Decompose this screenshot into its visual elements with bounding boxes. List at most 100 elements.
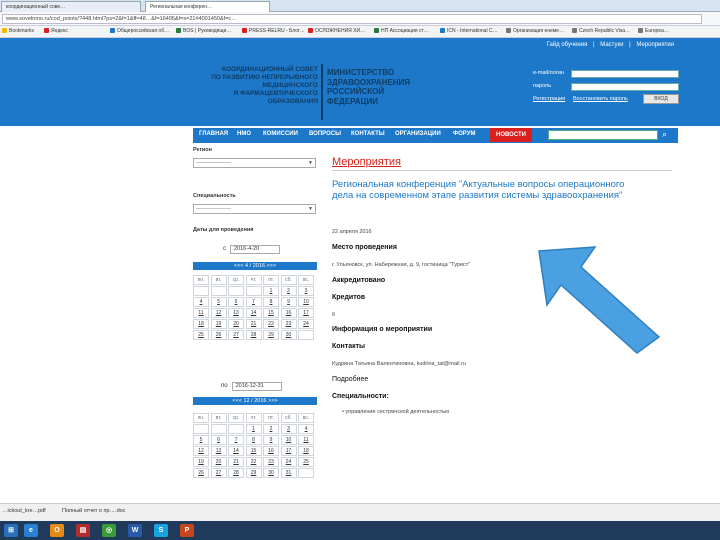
region-select[interactable]: --------------------- ▼ xyxy=(193,158,316,168)
calendar-day[interactable]: 16 xyxy=(263,446,279,456)
calendar-day[interactable]: 23 xyxy=(263,457,279,467)
calendar-day[interactable]: 13 xyxy=(228,308,244,318)
word-icon[interactable]: W xyxy=(128,524,142,537)
nav-contacts[interactable]: КОНТАКТЫ xyxy=(351,131,385,137)
calendar-day[interactable]: 8 xyxy=(245,435,262,445)
calendar-day[interactable]: 21 xyxy=(228,457,244,467)
windows-start-icon[interactable]: ⊞ xyxy=(4,524,18,537)
calendar-day[interactable]: 24 xyxy=(298,319,314,329)
outlook-icon[interactable]: O xyxy=(50,524,64,537)
search-icon[interactable]: ⌕ xyxy=(662,129,667,140)
calendar-day[interactable]: 15 xyxy=(263,308,279,318)
calendar-day[interactable]: 1 xyxy=(263,286,279,296)
calendar-day[interactable]: 2 xyxy=(263,424,279,434)
calendar-day[interactable]: 30 xyxy=(263,468,279,478)
calendar-day[interactable]: 14 xyxy=(228,446,244,456)
more-link[interactable]: Подробнее xyxy=(332,376,368,383)
toplink-guide[interactable]: Гайд обучения xyxy=(547,42,588,48)
bookmark-item[interactable]: Europea… xyxy=(638,28,669,34)
calendar-day[interactable]: 4 xyxy=(193,297,209,307)
archive-icon[interactable]: ▤ xyxy=(76,524,90,537)
calendar-2-header[interactable]: <<< 12 / 2016 >>> xyxy=(193,397,317,405)
calendar-day[interactable]: 25 xyxy=(298,457,314,467)
login-button[interactable]: ВХОД xyxy=(643,94,679,104)
calendar-day[interactable]: 29 xyxy=(263,330,279,340)
calendar-day[interactable]: 26 xyxy=(193,468,209,478)
calendar-day[interactable]: 10 xyxy=(280,435,297,445)
bookmark-item[interactable]: Организация енеме… xyxy=(506,28,564,34)
calendar-day[interactable]: 13 xyxy=(210,446,227,456)
calendar-day[interactable]: 20 xyxy=(228,319,244,329)
nav-home[interactable]: ГЛАВНАЯ xyxy=(199,131,228,137)
calendar-day[interactable]: 8 xyxy=(263,297,279,307)
calendar-day[interactable]: 20 xyxy=(210,457,227,467)
calendar-day[interactable]: 3 xyxy=(298,286,314,296)
download-item-pdf[interactable]: …ickout_kre…pdf xyxy=(2,508,46,514)
email-field[interactable] xyxy=(571,70,679,78)
calendar-day[interactable]: 7 xyxy=(228,435,244,445)
toplink-masters[interactable]: Мастуки xyxy=(600,42,623,48)
nav-forum[interactable]: ФОРУМ xyxy=(453,131,475,137)
calendar-day[interactable]: 10 xyxy=(298,297,314,307)
skype-icon[interactable]: S xyxy=(154,524,168,537)
calendar-day[interactable]: 1 xyxy=(245,424,262,434)
calendar-day[interactable]: 4 xyxy=(298,424,314,434)
calendar-day[interactable]: 14 xyxy=(245,308,262,318)
bookmark-item[interactable]: BOS | Руководящи… xyxy=(176,28,231,34)
bookmark-item[interactable]: PRESS-RELRU - Блог… xyxy=(242,28,305,34)
bookmark-item[interactable]: Общероссийская об… xyxy=(110,28,169,34)
calendar-1-header[interactable]: <<< 4 / 2016 >>> xyxy=(193,262,317,270)
date-from-input[interactable]: 2016-4-20 xyxy=(230,245,280,254)
nav-questions[interactable]: ВОПРОСЫ xyxy=(309,131,341,137)
bookmark-item[interactable]: НП Ассоциация ст… xyxy=(374,28,429,34)
calendar-day[interactable]: 16 xyxy=(280,308,297,318)
download-item-doc[interactable]: Полный отчет о пр….doc xyxy=(62,508,125,514)
calendar-day[interactable]: 5 xyxy=(210,297,227,307)
nav-news[interactable]: НОВОСТИ xyxy=(490,128,532,142)
search-input[interactable] xyxy=(548,130,658,140)
specialty-select[interactable]: --------------------- ▼ xyxy=(193,204,316,214)
nav-nmo[interactable]: НМО xyxy=(237,131,251,137)
powerpoint-icon[interactable]: P xyxy=(180,524,194,537)
forgot-password-link[interactable]: Восстановить пароль xyxy=(573,96,628,102)
register-link[interactable]: Регистрация xyxy=(533,96,565,102)
calendar-day[interactable]: 23 xyxy=(280,319,297,329)
nav-organizations[interactable]: ОРГАНИЗАЦИИ xyxy=(395,131,441,137)
calendar-day[interactable]: 11 xyxy=(193,308,209,318)
calendar-day[interactable]: 22 xyxy=(263,319,279,329)
calendar-day[interactable]: 3 xyxy=(280,424,297,434)
calendar-day[interactable]: 27 xyxy=(210,468,227,478)
browser-tab[interactable]: Региональная конферен… xyxy=(145,1,270,12)
calendar-day[interactable]: 6 xyxy=(210,435,227,445)
calendar-day[interactable]: 26 xyxy=(210,330,227,340)
calendar-day[interactable]: 18 xyxy=(298,446,314,456)
calendar-day[interactable]: 30 xyxy=(280,330,297,340)
calendar-day[interactable]: 11 xyxy=(298,435,314,445)
calendar-day[interactable]: 28 xyxy=(228,468,244,478)
calendar-day[interactable]: 31 xyxy=(280,468,297,478)
calendar-day[interactable]: 25 xyxy=(193,330,209,340)
toplink-events[interactable]: Мероприятия xyxy=(636,42,674,48)
ie-icon[interactable]: e xyxy=(24,524,38,537)
bookmark-item[interactable]: ОСЛОЖНЕНИЯ ХИ… xyxy=(308,28,365,34)
calendar-day[interactable]: 17 xyxy=(280,446,297,456)
calendar-day[interactable]: 12 xyxy=(193,446,209,456)
calendar-day[interactable]: 18 xyxy=(193,319,209,329)
calendar-day[interactable]: 28 xyxy=(245,330,262,340)
calendar-day[interactable]: 27 xyxy=(228,330,244,340)
calendar-day[interactable]: 7 xyxy=(245,297,262,307)
calendar-day[interactable]: 29 xyxy=(245,468,262,478)
calendar-day[interactable]: 9 xyxy=(280,297,297,307)
browser-tab[interactable]: координационный сове… xyxy=(1,1,141,12)
bookmark-item[interactable]: Bookmarks xyxy=(2,28,34,34)
date-to-input[interactable]: 2016-12-31 xyxy=(231,382,282,391)
url-field[interactable]: www.sovetnmo.ru/cod_points/?448.html?ps=… xyxy=(2,14,702,24)
calendar-day[interactable]: 19 xyxy=(193,457,209,467)
page-title[interactable]: Мероприятия xyxy=(332,156,401,168)
calendar-day[interactable]: 19 xyxy=(210,319,227,329)
calendar-day[interactable]: 9 xyxy=(263,435,279,445)
calendar-day[interactable]: 22 xyxy=(245,457,262,467)
calendar-day[interactable]: 15 xyxy=(245,446,262,456)
calendar-day[interactable]: 5 xyxy=(193,435,209,445)
chrome-icon[interactable]: ◎ xyxy=(102,524,116,537)
